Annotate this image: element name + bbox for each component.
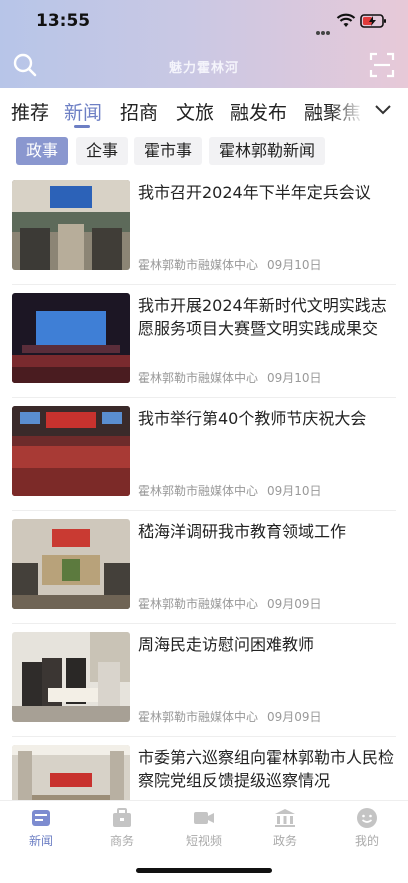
- nav-news-label: 新闻: [28, 834, 53, 848]
- government-building-icon: [275, 809, 295, 827]
- news-date: 09月10日: [267, 484, 322, 498]
- video-camera-icon: [194, 812, 214, 824]
- news-item[interactable]: 我市召开2024年下半年定兵会议 霍林郭勒市融媒体中心 09月10日: [12, 172, 396, 285]
- sub-category-tabs: 政事 企事 霍市事 霍林郭勒新闻: [0, 134, 408, 168]
- channel-tabs: 推荐 新闻 招商 文旅 融发布 融聚焦: [0, 88, 408, 132]
- subtab-city-affairs[interactable]: 霍市事: [134, 137, 203, 165]
- news-date: 09月09日: [267, 710, 322, 724]
- tabs-fade-overlay: [330, 88, 368, 132]
- news-item[interactable]: 嵇海洋调研我市教育领域工作 霍林郭勒市融媒体中心 09月09日: [12, 511, 396, 624]
- scan-icon[interactable]: [369, 52, 395, 78]
- nav-profile-label: 我的: [354, 834, 379, 848]
- status-time: 13:55: [36, 11, 91, 31]
- tab-media-release[interactable]: 融发布: [230, 98, 287, 125]
- signal-dots-icon: [316, 20, 332, 35]
- tab-news[interactable]: 新闻: [64, 98, 102, 125]
- nav-business[interactable]: 商务: [92, 807, 152, 853]
- news-title: 我市开展2024年新时代文明实践志愿服务项目大赛暨文明实践成果交流...: [138, 296, 387, 338]
- home-visit-photo: [12, 632, 130, 722]
- tab-culture-tourism[interactable]: 文旅: [176, 98, 214, 125]
- subtab-politics[interactable]: 政事: [16, 137, 69, 165]
- app-title: 魅力霍林河: [168, 61, 239, 76]
- nav-short-video[interactable]: 短视频: [174, 807, 234, 853]
- conference-room-photo: [12, 519, 130, 609]
- nav-government[interactable]: 政务: [255, 807, 315, 853]
- news-item[interactable]: 我市开展2024年新时代文明实践志愿服务项目大赛暨文明实践成果交流... 霍林郭…: [12, 285, 396, 398]
- subtab-huolingol-news[interactable]: 霍林郭勒新闻: [209, 137, 326, 165]
- wifi-icon: [336, 13, 356, 27]
- news-date: 09月10日: [267, 258, 322, 272]
- nav-profile[interactable]: 我的: [337, 807, 397, 853]
- news-source: 霍林郭勒市融媒体中心: [138, 484, 259, 498]
- news-icon: [32, 810, 50, 826]
- status-bar: 13:55: [0, 0, 408, 44]
- nav-government-label: 政务: [272, 834, 297, 848]
- briefcase-icon: [113, 808, 131, 827]
- news-meta: 霍林郭勒市融媒体中心 09月10日: [138, 256, 322, 273]
- smiley-profile-icon: [357, 808, 377, 828]
- battery-charging-icon: [360, 14, 386, 28]
- news-title: 周海民走访慰问困难教师: [138, 635, 315, 654]
- news-source: 霍林郭勒市融媒体中心: [138, 710, 259, 724]
- news-item[interactable]: 我市举行第40个教师节庆祝大会 霍林郭勒市融媒体中心 09月10日: [12, 398, 396, 511]
- news-title: 市委第六巡察组向霍林郭勒市人民检察院党组反馈提级巡察情况: [138, 748, 395, 790]
- stage-event-photo: [12, 293, 130, 383]
- chevron-down-icon[interactable]: [372, 100, 394, 120]
- tab-investment[interactable]: 招商: [120, 98, 158, 125]
- subtab-enterprise[interactable]: 企事: [76, 137, 129, 165]
- news-source: 霍林郭勒市融媒体中心: [138, 371, 259, 385]
- nav-business-label: 商务: [109, 834, 134, 848]
- news-item[interactable]: 周海民走访慰问困难教师 霍林郭勒市融媒体中心 09月09日: [12, 624, 396, 737]
- nav-bar: 魅力霍林河: [0, 48, 408, 84]
- news-source: 霍林郭勒市融媒体中心: [138, 597, 259, 611]
- nav-short-video-label: 短视频: [185, 834, 222, 848]
- active-tab-indicator: [74, 125, 90, 128]
- tab-recommend[interactable]: 推荐: [11, 98, 49, 125]
- news-meta: 霍林郭勒市融媒体中心 09月10日: [138, 482, 322, 499]
- news-source: 霍林郭勒市融媒体中心: [138, 258, 259, 272]
- news-date: 09月09日: [267, 597, 322, 611]
- nav-news[interactable]: 新闻: [11, 807, 71, 853]
- auditorium-ceremony-photo: [12, 406, 130, 496]
- news-meta: 霍林郭勒市融媒体中心 09月09日: [138, 708, 322, 725]
- news-title: 嵇海洋调研我市教育领域工作: [138, 522, 347, 541]
- news-date: 09月10日: [267, 371, 322, 385]
- news-meta: 霍林郭勒市融媒体中心 09月10日: [138, 369, 322, 386]
- home-indicator: [136, 868, 272, 873]
- meeting-hall-photo: [12, 180, 130, 270]
- news-meta: 霍林郭勒市融媒体中心 09月09日: [138, 595, 322, 612]
- news-title: 我市召开2024年下半年定兵会议: [138, 183, 371, 202]
- app-header: 13:55 魅力霍林河: [0, 0, 408, 88]
- news-title: 我市举行第40个教师节庆祝大会: [138, 409, 367, 428]
